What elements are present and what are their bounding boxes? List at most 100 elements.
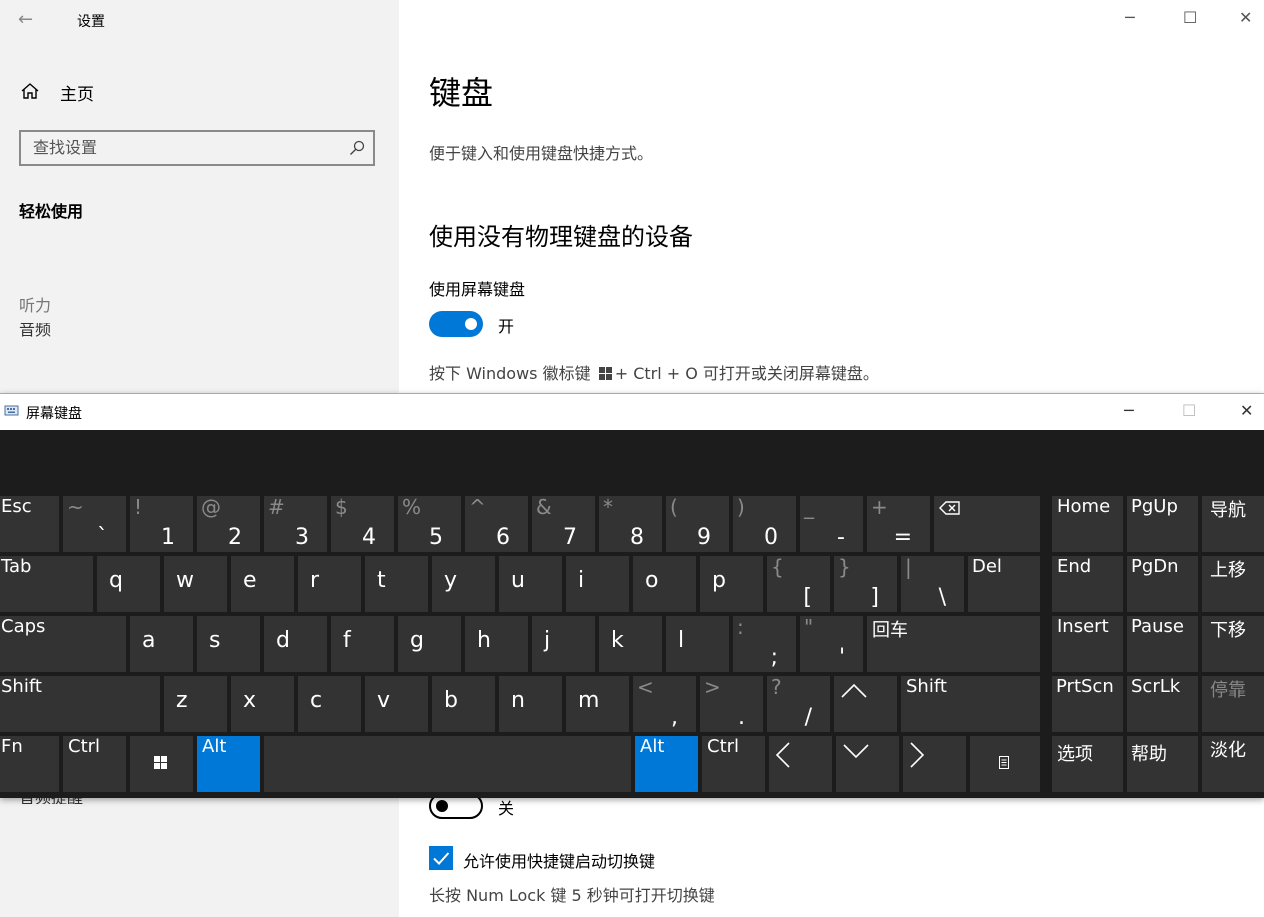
- key-z[interactable]: z: [164, 676, 227, 732]
- key-home[interactable]: Home: [1052, 496, 1123, 552]
- toggle-knob: [465, 318, 477, 330]
- key-fade[interactable]: 淡化: [1202, 736, 1264, 792]
- home-icon[interactable]: [20, 82, 40, 100]
- key-menu[interactable]: [970, 736, 1040, 792]
- key-comma[interactable]: <,: [633, 676, 696, 732]
- key-9[interactable]: (9: [666, 496, 729, 552]
- key-lbracket[interactable]: {[: [767, 556, 830, 612]
- key-l[interactable]: l: [666, 616, 729, 672]
- key-d[interactable]: d: [264, 616, 327, 672]
- key-v[interactable]: v: [365, 676, 428, 732]
- maximize-button[interactable]: ☐: [1183, 8, 1197, 27]
- key-b[interactable]: b: [432, 676, 495, 732]
- search-box[interactable]: [19, 130, 375, 166]
- key-n[interactable]: n: [499, 676, 562, 732]
- search-icon[interactable]: [349, 140, 365, 156]
- key-5[interactable]: % 5: [398, 496, 461, 552]
- key-semicolon[interactable]: :;: [733, 616, 796, 672]
- key-pause[interactable]: Pause: [1127, 616, 1198, 672]
- key-moveup[interactable]: 上移: [1202, 556, 1264, 612]
- osk-hint: 按下 Windows 徽标键 + Ctrl + O 可打开或关闭屏幕键盘。: [429, 364, 879, 383]
- key-t[interactable]: t: [365, 556, 428, 612]
- osk-toggle[interactable]: [429, 311, 483, 337]
- key-end[interactable]: End: [1052, 556, 1123, 612]
- key-pgup[interactable]: PgUp: [1127, 496, 1198, 552]
- key-right-ctrl[interactable]: Ctrl: [702, 736, 765, 792]
- key-caps[interactable]: Caps: [0, 616, 126, 672]
- key-pgdn[interactable]: PgDn: [1127, 556, 1198, 612]
- osk-titlebar[interactable]: 屏幕键盘 ─ ☐ ✕: [0, 393, 1264, 430]
- home-link[interactable]: 主页: [60, 80, 94, 105]
- key-backspace[interactable]: [934, 496, 1040, 552]
- key-right-shift[interactable]: Shift: [901, 676, 1040, 732]
- key-scrlk[interactable]: ScrLk: [1127, 676, 1198, 732]
- key-rbracket[interactable]: }]: [834, 556, 897, 612]
- key-tab[interactable]: Tab: [0, 556, 93, 612]
- osk-close-button[interactable]: ✕: [1240, 401, 1253, 420]
- key-left-arrow[interactable]: [769, 736, 832, 792]
- key-4[interactable]: $4: [331, 496, 394, 552]
- key-h[interactable]: h: [465, 616, 528, 672]
- key-nav[interactable]: 导航: [1202, 496, 1264, 552]
- key-f[interactable]: f: [331, 616, 394, 672]
- key-space[interactable]: [264, 736, 631, 792]
- key-3[interactable]: #3: [264, 496, 327, 552]
- key-windows[interactable]: [130, 736, 193, 792]
- shortcut-checkbox[interactable]: [429, 846, 453, 870]
- key-help[interactable]: 帮助: [1127, 736, 1198, 792]
- key-minus[interactable]: _ -: [800, 496, 863, 552]
- key-m[interactable]: m: [566, 676, 629, 732]
- key-w[interactable]: w: [164, 556, 227, 612]
- key-j[interactable]: j: [532, 616, 595, 672]
- key-left-ctrl[interactable]: Ctrl: [63, 736, 126, 792]
- key-period[interactable]: >.: [700, 676, 763, 732]
- key-right-arrow[interactable]: [903, 736, 966, 792]
- key-del[interactable]: Del: [968, 556, 1040, 612]
- key-7[interactable]: & 7: [532, 496, 595, 552]
- back-arrow-icon[interactable]: ←: [18, 9, 33, 30]
- key-i[interactable]: i: [566, 556, 629, 612]
- key-s[interactable]: s: [197, 616, 260, 672]
- key-x[interactable]: x: [231, 676, 294, 732]
- key-fn[interactable]: Fn: [0, 736, 59, 792]
- key-dock[interactable]: 停靠: [1202, 676, 1264, 732]
- key-6[interactable]: ^ 6: [465, 496, 528, 552]
- key-right-alt[interactable]: Alt: [635, 736, 698, 792]
- key-k[interactable]: k: [599, 616, 662, 672]
- key-a[interactable]: a: [130, 616, 193, 672]
- osk-minimize-button[interactable]: ─: [1124, 401, 1134, 420]
- key-g[interactable]: g: [398, 616, 461, 672]
- key-esc[interactable]: Esc: [0, 496, 59, 552]
- key-down-arrow[interactable]: [836, 736, 899, 792]
- key-p[interactable]: p: [700, 556, 763, 612]
- key-e[interactable]: e: [231, 556, 294, 612]
- key-backslash[interactable]: | \: [901, 556, 964, 612]
- key-u[interactable]: u: [499, 556, 562, 612]
- key-0[interactable]: ) 0: [733, 496, 796, 552]
- key-enter[interactable]: 回车: [867, 616, 1040, 672]
- key-8[interactable]: * 8: [599, 496, 662, 552]
- key-options[interactable]: 选项: [1052, 736, 1123, 792]
- key-1[interactable]: ! 1: [130, 496, 193, 552]
- key-c[interactable]: c: [298, 676, 361, 732]
- key-q[interactable]: q: [97, 556, 160, 612]
- key-prtscn[interactable]: PrtScn: [1052, 676, 1123, 732]
- key-equal[interactable]: + =: [867, 496, 930, 552]
- key-up-arrow[interactable]: [834, 676, 897, 732]
- search-input[interactable]: [33, 138, 333, 157]
- sidebar-item-audio[interactable]: 音频: [19, 323, 219, 340]
- key-quote[interactable]: " ': [800, 616, 863, 672]
- key-insert[interactable]: Insert: [1052, 616, 1123, 672]
- key-left-shift[interactable]: Shift: [0, 676, 160, 732]
- minimize-button[interactable]: ─: [1125, 8, 1135, 27]
- checkbox-label: 允许使用快捷键启动切换键: [463, 852, 656, 871]
- key-movedown[interactable]: 下移: [1202, 616, 1264, 672]
- key-r[interactable]: r: [298, 556, 361, 612]
- close-button[interactable]: ✕: [1239, 8, 1252, 27]
- key-tilde[interactable]: ~ `: [63, 496, 126, 552]
- key-2[interactable]: @2: [197, 496, 260, 552]
- key-y[interactable]: y: [432, 556, 495, 612]
- key-slash[interactable]: ? /: [767, 676, 830, 732]
- key-left-alt[interactable]: Alt: [197, 736, 260, 792]
- key-o[interactable]: o: [633, 556, 696, 612]
